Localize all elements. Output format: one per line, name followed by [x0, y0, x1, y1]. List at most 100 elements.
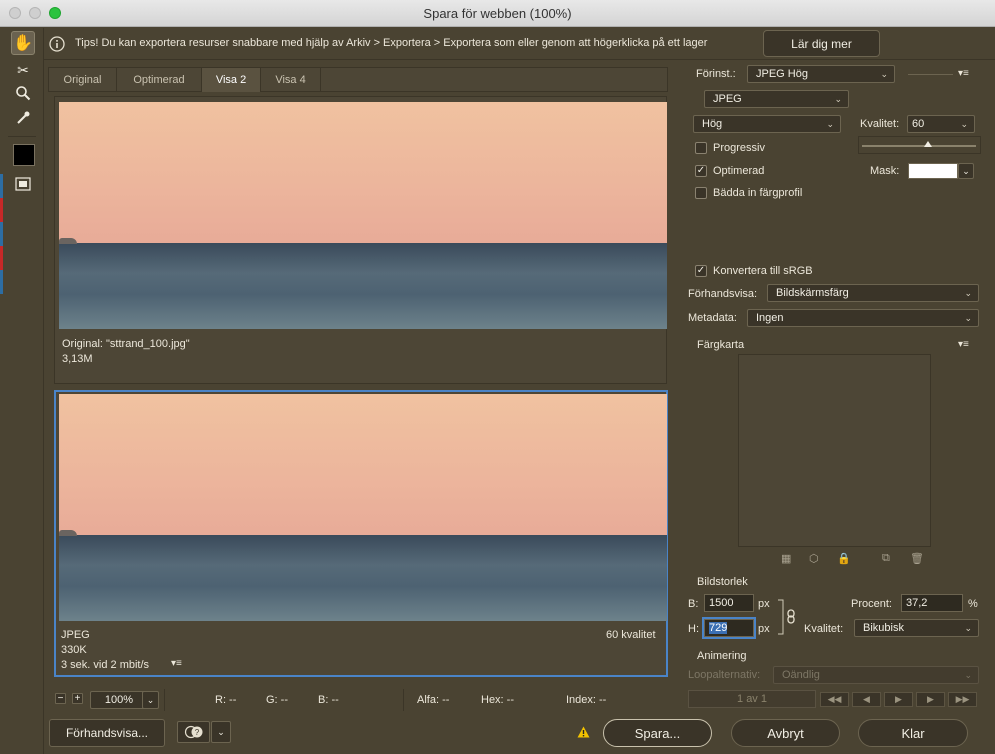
quality-level-select[interactable]: Hög ⌄: [693, 115, 841, 133]
width-input[interactable]: 1500: [704, 594, 754, 612]
color-table-title: Färgkarta: [697, 339, 745, 351]
original-image[interactable]: [59, 102, 667, 329]
optimized-format: JPEG: [61, 629, 90, 641]
matte-color-swatch[interactable]: [908, 163, 958, 179]
zoom-level-value[interactable]: 100%: [90, 691, 148, 709]
percent-label: Procent:: [851, 598, 892, 610]
preview-browser-button[interactable]: Förhandsvisa...: [49, 719, 165, 747]
preset-menu-icon[interactable]: ▾≡: [958, 68, 969, 79]
optimized-preview-panel: JPEG 330K 3 sek. vid 2 mbit/s ▾≡ 60 kval…: [54, 390, 668, 677]
quality-slider[interactable]: [858, 136, 981, 154]
close-window-button[interactable]: [9, 7, 21, 19]
settings-panel: Förinst.: JPEG Hög ⌄ ▾≡ JPEG ⌄ Hög ⌄ Kvalit…: [678, 60, 995, 715]
toggle-slices-icon[interactable]: [11, 172, 35, 196]
mask-label: Mask:: [870, 165, 900, 177]
tab-4-up[interactable]: Visa 4: [261, 68, 321, 92]
embed-profile-checkbox[interactable]: [695, 187, 707, 199]
loop-label: Loopalternativ:: [688, 669, 761, 681]
height-unit: px: [758, 623, 770, 635]
optimized-image[interactable]: [59, 394, 667, 621]
lock-icon[interactable]: 🔒: [837, 552, 851, 565]
eyedropper-color-swatch[interactable]: [13, 144, 35, 166]
optimized-quality: 60 kvalitet: [606, 629, 656, 641]
loop-select: Oändlig ⌄: [773, 666, 979, 684]
first-frame-icon: ◀◀: [820, 692, 849, 707]
view-tabs: Original Optimerad Visa 2 Visa 4: [48, 67, 668, 92]
tab-original[interactable]: Original: [49, 68, 117, 92]
percent-unit: %: [968, 598, 978, 610]
format-select[interactable]: JPEG ⌄: [704, 90, 849, 108]
readout-r: R: --: [215, 694, 237, 706]
download-speed-menu-icon[interactable]: ▾≡: [171, 658, 182, 669]
link-proportions-icon[interactable]: [777, 598, 797, 636]
height-input[interactable]: 729: [704, 619, 754, 637]
slice-select-tool-icon[interactable]: ✂: [11, 58, 35, 82]
tab-optimized[interactable]: Optimerad: [117, 68, 202, 92]
preset-label: Förinst.:: [696, 68, 736, 80]
tips-bar: Tips! Du kan exportera resurser snabbare…: [44, 28, 995, 60]
width-label: B:: [688, 598, 699, 610]
resample-quality-label: Kvalitet:: [804, 623, 844, 635]
embed-profile-label: Bädda in färgprofil: [713, 187, 803, 199]
height-label: H:: [688, 623, 699, 635]
convert-srgb-label: Konvertera till sRGB: [713, 265, 813, 277]
tool-bar: ✋ ✂: [0, 28, 44, 754]
previous-frame-icon: ◀: [852, 692, 881, 707]
minimize-window-button[interactable]: [29, 7, 41, 19]
title-bar: Spara för webben (100%): [0, 0, 995, 27]
readout-alpha: Alfa: --: [417, 694, 450, 706]
color-table-area: [738, 354, 931, 547]
learn-more-button[interactable]: Lär dig mer: [763, 30, 880, 57]
preview-select[interactable]: Bildskärmsfärg ⌄: [767, 284, 979, 302]
eyedropper-tool-icon[interactable]: [11, 106, 35, 130]
new-color-icon[interactable]: ⧉: [882, 552, 890, 565]
save-button[interactable]: Spara...: [603, 719, 712, 747]
cancel-button[interactable]: Avbryt: [731, 719, 840, 747]
resample-quality-select[interactable]: Bikubisk ⌄: [854, 619, 979, 637]
window-title: Spara för webben (100%): [423, 6, 572, 21]
quality-label: Kvalitet:: [860, 118, 900, 130]
play-icon: ▶: [884, 692, 913, 707]
zoom-in-button[interactable]: +: [72, 693, 83, 704]
convert-srgb-checkbox[interactable]: ✓: [695, 265, 707, 277]
readout-g: G: --: [266, 694, 288, 706]
next-frame-icon: ▶: [916, 692, 945, 707]
metadata-select[interactable]: Ingen ⌄: [747, 309, 979, 327]
percent-input[interactable]: 37,2: [901, 594, 963, 612]
tab-2-up[interactable]: Visa 2: [202, 68, 261, 92]
warning-icon: [577, 726, 590, 738]
optimized-checkbox[interactable]: ✓: [695, 165, 707, 177]
progressive-label: Progressiv: [713, 142, 765, 154]
done-button[interactable]: Klar: [858, 719, 968, 747]
browser-icon[interactable]: ?: [177, 721, 210, 743]
status-bar: − + 100% ⌄ R: -- G: -- B: -- Alfa: -- He…: [48, 689, 688, 711]
zoom-out-button[interactable]: −: [55, 693, 66, 704]
frame-counter: 1 av 1: [688, 690, 816, 708]
readout-b: B: --: [318, 694, 339, 706]
preset-select[interactable]: JPEG Hög ⌄: [747, 65, 895, 83]
zoom-window-button[interactable]: [49, 7, 61, 19]
info-icon: [49, 36, 65, 52]
image-size-title: Bildstorlek: [697, 576, 748, 588]
metadata-label: Metadata:: [688, 312, 737, 324]
hand-tool-icon[interactable]: ✋: [11, 31, 35, 55]
trash-icon[interactable]: 🗑: [910, 552, 924, 565]
width-unit: px: [758, 598, 770, 610]
browser-dropdown-chevron-icon[interactable]: ⌄: [211, 721, 231, 743]
progressive-checkbox[interactable]: [695, 142, 707, 154]
color-table-menu-icon[interactable]: ▾≡: [958, 339, 969, 350]
tip-text: Tips! Du kan exportera resurser snabbare…: [75, 37, 708, 49]
original-filesize: 3,13M: [62, 353, 93, 365]
download-time: 3 sek. vid 2 mbit/s: [61, 659, 150, 671]
zoom-tool-icon[interactable]: [11, 81, 35, 105]
svg-text:?: ?: [194, 728, 199, 737]
zoom-dropdown-chevron-icon[interactable]: ⌄: [142, 691, 159, 709]
preview-label: Förhandsvisa:: [688, 288, 758, 300]
cube-icon[interactable]: ⬡: [809, 552, 819, 565]
quality-value-input[interactable]: 60 ⌄: [907, 115, 975, 133]
original-filename: Original: "sttrand_100.jpg": [62, 338, 190, 350]
web-safe-icon[interactable]: ▦: [781, 552, 791, 565]
matte-dropdown-chevron-icon[interactable]: ⌄: [958, 163, 974, 179]
last-frame-icon: ▶▶: [948, 692, 977, 707]
original-preview-panel: Original: "sttrand_100.jpg" 3,13M: [54, 96, 667, 384]
